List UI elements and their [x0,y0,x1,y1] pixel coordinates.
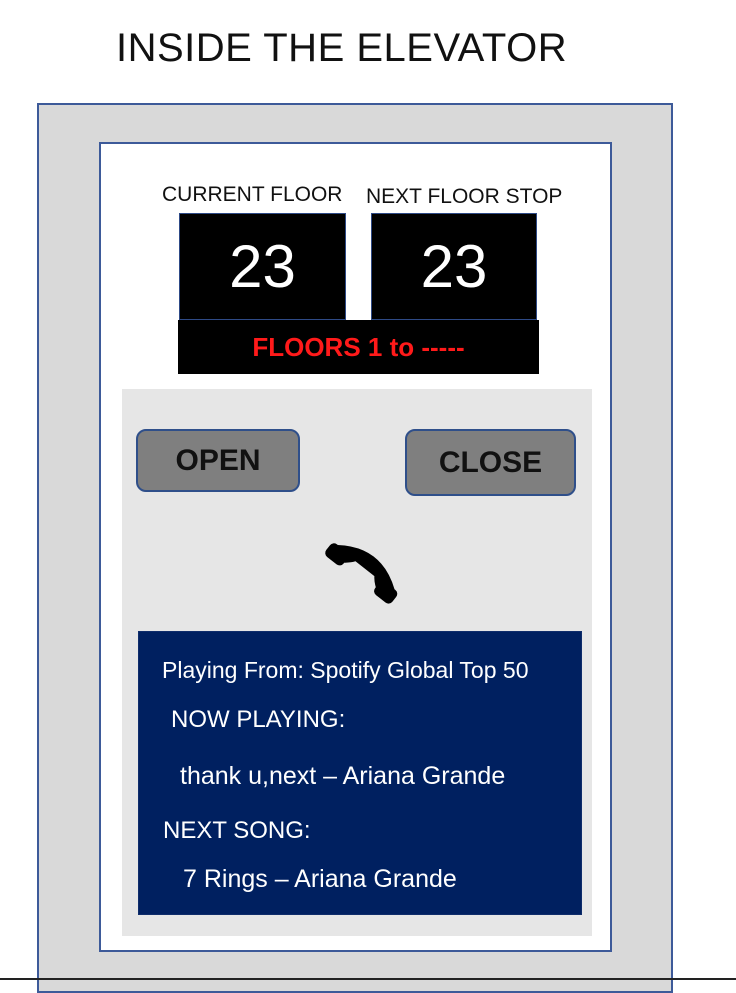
next-stop-label: NEXT FLOOR STOP [366,185,563,208]
floor-range-bar: FLOORS 1 to ----- [178,320,539,374]
next-stop-display: 23 [371,213,537,320]
next-song: 7 Rings – Ariana Grande [183,865,457,893]
music-source: Playing From: Spotify Global Top 50 [162,657,529,683]
current-floor-display: 23 [179,213,346,320]
now-playing-label: NOW PLAYING: [171,706,346,733]
open-door-button[interactable]: OPEN [136,429,300,492]
now-playing-song: thank u,next – Ariana Grande [180,762,506,790]
page-title: INSIDE THE ELEVATOR [116,26,568,70]
floor-range-text: FLOORS 1 to ----- [252,331,465,362]
bottom-divider [0,978,736,980]
current-floor-value: 23 [229,233,296,300]
next-stop-value: 23 [420,233,488,300]
phone-icon[interactable] [310,535,410,615]
current-floor-label: CURRENT FLOOR [162,183,343,206]
close-door-button[interactable]: CLOSE [405,429,576,496]
next-song-label: NEXT SONG: [163,817,311,844]
